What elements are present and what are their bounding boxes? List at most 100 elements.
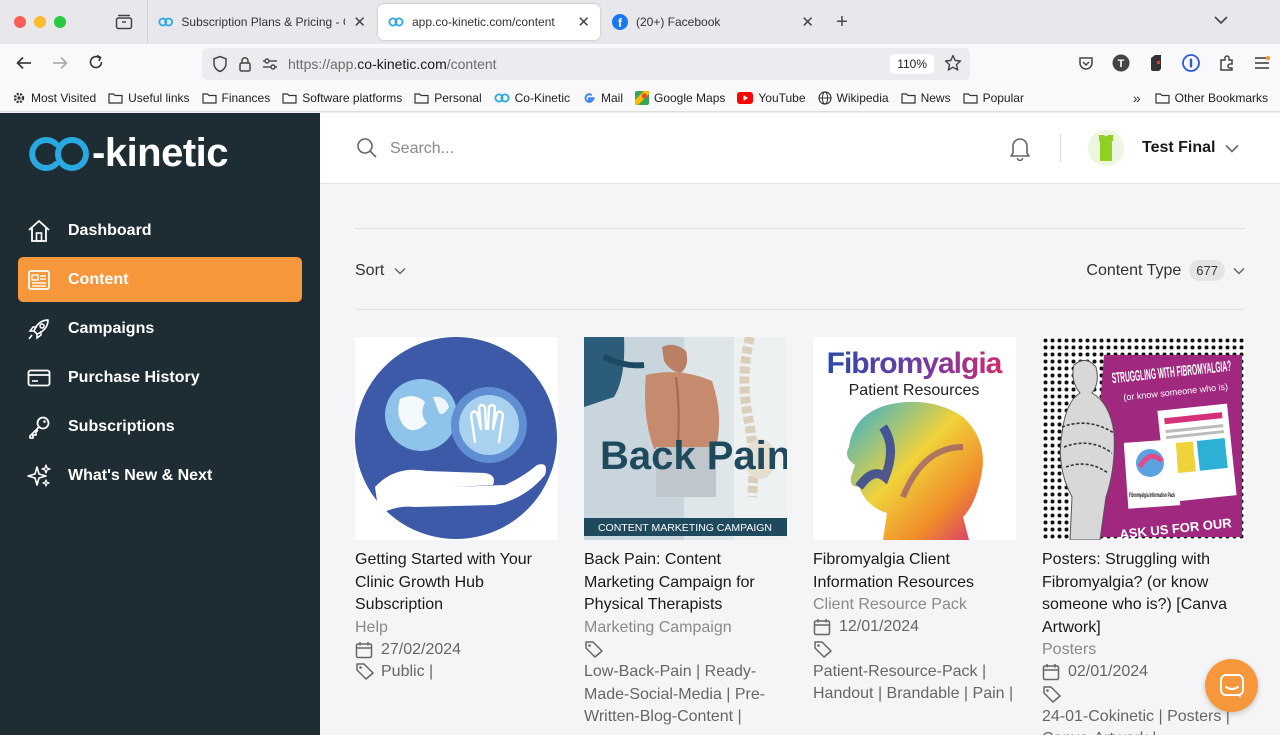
gear-icon	[13, 92, 25, 103]
logo-text: -kinetic	[92, 131, 229, 175]
bookmark-youtube[interactable]: YouTube	[737, 91, 806, 105]
content-type-filter[interactable]: Content Type 677	[1086, 260, 1245, 281]
card-tags-text[interactable]: 24-01-Cokinetic | Posters | Canva-Artwor…	[1042, 708, 1230, 735]
sidebar-item-dashboard[interactable]: Dashboard	[18, 208, 302, 253]
bookmark-news[interactable]: News	[900, 91, 951, 105]
browser-toolbar: https://app.co-kinetic.com/content 110% …	[0, 44, 1280, 84]
pocket-icon[interactable]	[1078, 55, 1094, 71]
sidebar-item-purchase-history[interactable]: Purchase History	[18, 355, 302, 400]
bookmark-star-icon[interactable]	[944, 54, 962, 75]
card-title[interactable]: Posters: Struggling with Fibromyalgia? (…	[1042, 549, 1245, 639]
chevron-down-icon[interactable]	[1225, 140, 1239, 158]
bookmark-google-maps[interactable]: Google Maps	[635, 90, 725, 105]
browser-tab-facebook[interactable]: f (20+) Facebook ✕	[602, 4, 824, 40]
browser-tab-subscription[interactable]: Subscription Plans & Pricing - C ✕	[148, 4, 376, 40]
sidebar-item-subscriptions[interactable]: Subscriptions	[18, 404, 302, 449]
bookmark-finances[interactable]: Finances	[201, 91, 270, 105]
password-manager-icon[interactable]	[1182, 54, 1200, 72]
back-button[interactable]	[6, 54, 42, 75]
home-icon	[28, 219, 50, 242]
lock-icon[interactable]	[238, 56, 252, 72]
chat-launcher-button[interactable]	[1205, 659, 1258, 712]
caring-hands-globe-image	[355, 337, 558, 540]
bookmark-co-kinetic[interactable]: Co-Kinetic	[494, 91, 570, 105]
google-icon	[584, 92, 595, 103]
folder-icon	[201, 92, 217, 104]
sidebar-item-content[interactable]: Content	[18, 257, 302, 302]
permissions-icon[interactable]	[262, 57, 278, 71]
card-category[interactable]: Client Resource Pack	[813, 594, 1016, 616]
content-type-label: Content Type	[1086, 261, 1182, 279]
fibromyalgia-resources-image: Fibromyalgia Patient Resources	[813, 337, 1016, 540]
close-tab-icon[interactable]: ✕	[801, 13, 814, 31]
extensions-puzzle-icon[interactable]	[1218, 54, 1236, 72]
content-icon	[28, 269, 50, 290]
reload-button[interactable]	[78, 54, 114, 75]
card-tags: Low-Back-Pain | Ready-Made-Social-Media …	[584, 639, 787, 729]
card-thumbnail[interactable]: Back Pain CONTENT MARKETING CAMPAIGN	[584, 337, 787, 540]
credit-card-icon	[27, 369, 51, 386]
close-tab-icon[interactable]: ✕	[577, 13, 590, 31]
card-tags-text[interactable]: Patient-Resource-Pack | Handout | Branda…	[813, 663, 1013, 703]
close-window-button[interactable]	[14, 16, 26, 28]
card-category[interactable]: Marketing Campaign	[584, 617, 787, 639]
sidebar-item-whats-new[interactable]: What's New & Next	[18, 453, 302, 498]
bookmark-other-bookmarks[interactable]: Other Bookmarks	[1155, 91, 1268, 105]
card-title[interactable]: Fibromyalgia Client Information Resource…	[813, 549, 1016, 594]
browser-tab-content[interactable]: app.co-kinetic.com/content ✕	[378, 4, 600, 40]
card-tags-text[interactable]: Public |	[381, 663, 433, 680]
list-tabs-icon[interactable]	[1214, 12, 1228, 30]
card-title[interactable]: Getting Started with Your Clinic Growth …	[355, 549, 558, 617]
tab-title: app.co-kinetic.com/content	[412, 15, 555, 29]
zoom-level-badge[interactable]: 110%	[890, 54, 934, 74]
sidebar-item-campaigns[interactable]: Campaigns	[18, 306, 302, 351]
new-tab-button[interactable]: +	[824, 11, 860, 34]
zoom-window-button[interactable]	[54, 16, 66, 28]
tab-overview-icon[interactable]	[100, 0, 148, 44]
search-input[interactable]	[390, 133, 890, 165]
bookmark-wikipedia[interactable]: Wikipedia	[817, 91, 889, 105]
sort-dropdown[interactable]: Sort	[355, 262, 406, 280]
avatar[interactable]	[1088, 130, 1124, 166]
address-bar[interactable]: https://app.co-kinetic.com/content 110%	[202, 48, 970, 80]
account-t-icon[interactable]: T	[1112, 54, 1130, 72]
content-card[interactable]: Fibromyalgia Patient Resources Fibromyal…	[813, 337, 1016, 706]
bookmark-personal[interactable]: Personal	[414, 91, 482, 105]
card-thumbnail[interactable]	[355, 337, 558, 540]
folder-icon	[962, 92, 978, 104]
close-tab-icon[interactable]: ✕	[353, 13, 366, 31]
chevron-double-right-icon[interactable]: »	[1133, 90, 1141, 106]
card-category[interactable]: Help	[355, 617, 558, 639]
shield-icon[interactable]	[212, 55, 228, 73]
co-kinetic-logo[interactable]: -kinetic	[26, 131, 229, 176]
fibromyalgia-poster-image: STRUGGLING WITH FIBROMYALGIA? (or know s…	[1042, 337, 1245, 540]
evernote-icon[interactable]	[1148, 54, 1164, 72]
content-count-badge: 677	[1189, 260, 1225, 281]
bookmark-software-platforms[interactable]: Software platforms	[282, 91, 402, 105]
card-tags-text[interactable]: Low-Back-Pain | Ready-Made-Social-Media …	[584, 663, 765, 725]
bookmark-useful-links[interactable]: Useful links	[108, 91, 190, 105]
card-thumbnail[interactable]: STRUGGLING WITH FIBROMYALGIA? (or know s…	[1042, 337, 1245, 540]
bookmark-popular[interactable]: Popular	[962, 91, 1024, 105]
tag-icon	[1043, 686, 1061, 703]
cokinetic-favicon-icon	[494, 93, 510, 102]
content-main: Sort Content Type 677 Getting Started wi…	[320, 184, 1280, 735]
user-name[interactable]: Test Final	[1142, 139, 1216, 157]
svg-text:T: T	[1118, 58, 1125, 70]
content-card[interactable]: Back Pain CONTENT MARKETING CAMPAIGN Bac…	[584, 337, 787, 729]
content-card[interactable]: Getting Started with Your Clinic Growth …	[355, 337, 558, 683]
forward-button[interactable]	[42, 54, 78, 75]
app-menu-icon[interactable]	[1254, 56, 1270, 70]
bell-icon[interactable]	[1008, 135, 1032, 166]
search-icon	[356, 137, 378, 164]
card-date: 27/02/2024	[355, 639, 558, 661]
card-thumbnail[interactable]: Fibromyalgia Patient Resources	[813, 337, 1016, 540]
divider	[355, 309, 1245, 310]
bookmark-most-visited[interactable]: Most Visited	[12, 91, 96, 105]
bookmark-mail[interactable]: Mail	[582, 91, 623, 105]
card-category[interactable]: Posters	[1042, 639, 1245, 661]
divider	[355, 228, 1245, 229]
card-title[interactable]: Back Pain: Content Marketing Campaign fo…	[584, 549, 787, 617]
minimize-window-button[interactable]	[34, 16, 46, 28]
folder-icon	[1155, 93, 1170, 104]
